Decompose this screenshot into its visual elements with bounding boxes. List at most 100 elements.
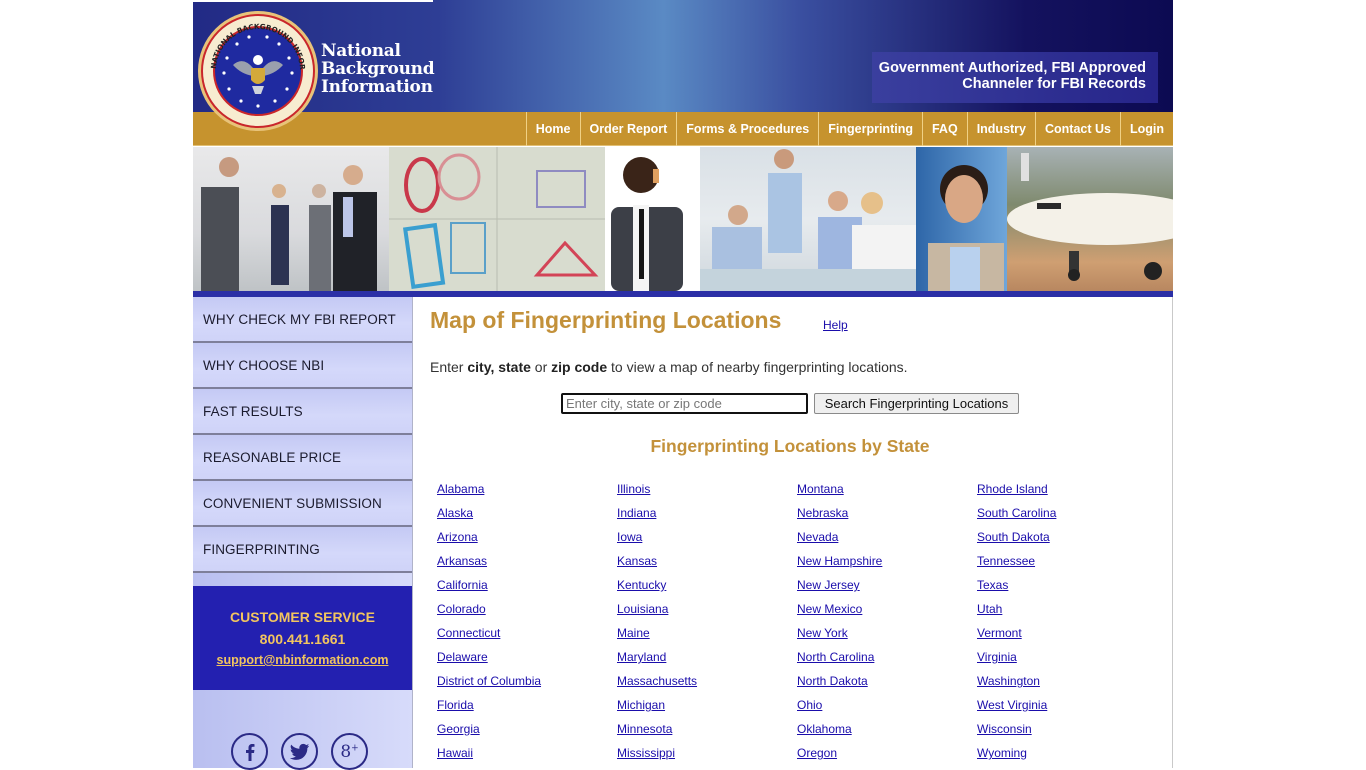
state-link[interactable]: Washington [977,674,1040,688]
state-link[interactable]: Texas [977,578,1008,592]
state-link[interactable]: Oregon [797,746,837,760]
sidebar-item-convenient-submission[interactable]: CONVENIENT SUBMISSION [193,481,412,527]
state-cell: Colorado [437,600,617,624]
office-meeting-photo [700,147,916,291]
state-link[interactable]: Minnesota [617,722,672,736]
state-link[interactable]: Arizona [437,530,478,544]
state-link[interactable]: Montana [797,482,844,496]
state-link[interactable]: Tennessee [977,554,1035,568]
sidebar: WHY CHECK MY FBI REPORT WHY CHOOSE NBI F… [193,297,413,770]
state-cell: North Carolina [797,648,977,672]
state-link[interactable]: South Dakota [977,530,1050,544]
state-link[interactable]: Nevada [797,530,838,544]
state-link[interactable]: Georgia [437,722,480,736]
facebook-icon[interactable] [231,733,268,770]
state-cell: North Dakota [797,672,977,696]
state-link[interactable]: Colorado [437,602,486,616]
state-link[interactable]: Alabama [437,482,484,496]
nav-contact-us[interactable]: Contact Us [1035,112,1120,146]
intro-text: Enter city, state or zip code to view a … [430,359,908,375]
state-cell: Hawaii [437,744,617,768]
search-fingerprinting-locations-button[interactable]: Search Fingerprinting Locations [814,393,1019,414]
state-link[interactable]: Oklahoma [797,722,852,736]
sidebar-item-why-choose-nbi[interactable]: WHY CHOOSE NBI [193,343,412,389]
nav-industry[interactable]: Industry [966,112,1035,146]
sidebar-item-reasonable-price[interactable]: REASONABLE PRICE [193,435,412,481]
state-link[interactable]: North Dakota [797,674,868,688]
brand-name[interactable]: National Background Information [321,41,435,97]
state-cell: Vermont [977,624,1157,648]
business-handshake-photo [193,147,389,291]
customer-service-phone: 800.441.1661 [259,631,346,647]
state-link[interactable]: New Jersey [797,578,860,592]
state-link[interactable]: Massachusetts [617,674,697,688]
state-link[interactable]: Vermont [977,626,1022,640]
brand-line: Information [321,77,433,97]
state-link[interactable]: New York [797,626,848,640]
customer-service-email-link[interactable]: support@nbinformation.com [217,653,389,667]
nbi-seal-logo-icon[interactable]: NATIONAL BACKGROUND INFORMATION [197,10,319,132]
state-cell: New York [797,624,977,648]
nav-forms-procedures[interactable]: Forms & Procedures [676,112,818,146]
state-link[interactable]: Mississippi [617,746,675,760]
state-link[interactable]: Illinois [617,482,650,496]
state-link[interactable]: Ohio [797,698,822,712]
sidebar-item-why-check-my-fbi-report[interactable]: WHY CHECK MY FBI REPORT [193,297,412,343]
state-cell: Minnesota [617,720,797,744]
state-link[interactable]: Kansas [617,554,657,568]
social-links: 8+ [231,733,368,770]
states-section-title: Fingerprinting Locations by State [650,436,930,456]
state-link[interactable]: Iowa [617,530,642,544]
state-link[interactable]: California [437,578,488,592]
state-link[interactable]: New Hampshire [797,554,882,568]
state-link[interactable]: Maryland [617,650,666,664]
airplane-photo [1007,147,1173,291]
state-link[interactable]: Utah [977,602,1002,616]
state-cell: Indiana [617,504,797,528]
main-nav: Home Order Report Forms & Procedures Fin… [525,112,1173,146]
state-link[interactable]: Nebraska [797,506,848,520]
sidebar-item-fingerprinting[interactable]: FINGERPRINTING [193,527,412,573]
page-title: Map of Fingerprinting Locations [430,307,782,333]
nav-faq[interactable]: FAQ [921,112,967,146]
state-link[interactable]: Louisiana [617,602,668,616]
state-link[interactable]: West Virginia [977,698,1047,712]
state-link[interactable]: Florida [437,698,474,712]
state-link[interactable]: South Carolina [977,506,1056,520]
state-link[interactable]: Hawaii [437,746,473,760]
state-link[interactable]: Arkansas [437,554,487,568]
state-link[interactable]: Delaware [437,650,488,664]
state-link[interactable]: Kentucky [617,578,666,592]
main-content: Map of Fingerprinting Locations Help Ent… [413,297,1173,768]
state-cell: South Carolina [977,504,1157,528]
state-link[interactable]: Rhode Island [977,482,1048,496]
google-plus-icon[interactable]: 8+ [331,733,368,770]
state-link[interactable]: Virginia [977,650,1017,664]
state-cell: Michigan [617,696,797,720]
state-link[interactable]: New Mexico [797,602,862,616]
state-link[interactable]: Maine [617,626,650,640]
sidebar-item-fast-results[interactable]: FAST RESULTS [193,389,412,435]
state-link[interactable]: Connecticut [437,626,500,640]
intro-suffix: to view a map of nearby fingerprinting l… [607,359,908,375]
help-link[interactable]: Help [823,318,848,332]
twitter-icon[interactable] [281,733,318,770]
location-search-input[interactable] [561,393,808,414]
state-link[interactable]: Indiana [617,506,656,520]
nav-login[interactable]: Login [1119,112,1173,146]
state-link[interactable]: Michigan [617,698,665,712]
nav-fingerprinting[interactable]: Fingerprinting [818,112,922,146]
passport-stamps-photo [389,147,605,291]
nav-order-report[interactable]: Order Report [579,112,677,146]
state-cell: Nevada [797,528,977,552]
state-link[interactable]: North Carolina [797,650,874,664]
state-link[interactable]: Alaska [437,506,473,520]
state-link[interactable]: District of Columbia [437,674,541,688]
state-cell: Georgia [437,720,617,744]
state-link[interactable]: Wisconsin [977,722,1032,736]
nav-home[interactable]: Home [525,112,580,146]
state-cell: Oregon [797,744,977,768]
brand-line: National [321,41,401,61]
state-link[interactable]: Wyoming [977,746,1027,760]
state-cell: Kentucky [617,576,797,600]
